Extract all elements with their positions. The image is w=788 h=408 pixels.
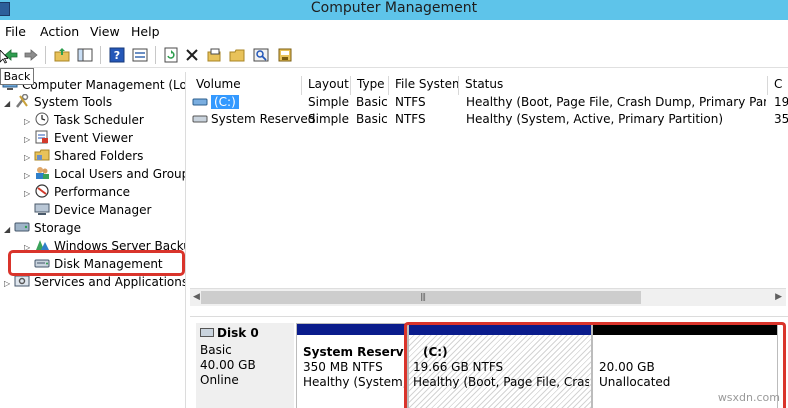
- volume-name: System Reserved: [211, 112, 316, 126]
- tree-item-performance[interactable]: ▷ Performance: [24, 183, 130, 201]
- menu-help[interactable]: Help: [131, 24, 160, 39]
- partition-detail: 350 MB NTFS: [303, 360, 383, 374]
- tree-label: System Tools: [34, 95, 113, 109]
- disk-state: Online: [200, 373, 239, 387]
- tree-label: Storage: [34, 221, 81, 235]
- export-icon[interactable]: [276, 46, 294, 64]
- volume-file-system: NTFS: [395, 95, 426, 109]
- menu-action[interactable]: Action: [40, 24, 79, 39]
- tree-item-system-tools[interactable]: ◢ System Tools: [4, 93, 112, 111]
- column-header-file-system[interactable]: File System: [389, 76, 459, 95]
- open-icon[interactable]: [205, 46, 223, 64]
- tree-label: Computer Management (Local: [22, 78, 186, 92]
- disk-management-highlight: [8, 250, 185, 276]
- folder-icon[interactable]: [228, 46, 246, 64]
- volume-list: Volume Layout Type File System Status C …: [190, 72, 788, 312]
- window-title: Computer Management: [310, 0, 478, 16]
- volume-type: Basic: [356, 95, 388, 109]
- tree-item-storage[interactable]: ◢ Storage: [4, 219, 81, 237]
- navigation-tree: Computer Management (Local ◢ System Tools…: [0, 72, 186, 408]
- tree-item-event-viewer[interactable]: ▷ Event Viewer: [24, 129, 133, 147]
- toolbar: ?: [0, 42, 788, 68]
- disk-type: Basic: [200, 343, 232, 357]
- refresh-icon[interactable]: [162, 46, 180, 64]
- partition-system-reserved[interactable]: System Reserved 350 MB NTFS Healthy (Sys…: [296, 323, 408, 408]
- column-header-type[interactable]: Type: [351, 76, 389, 95]
- up-folder-icon[interactable]: [53, 46, 71, 64]
- clock-icon: [34, 112, 50, 126]
- column-header-capacity[interactable]: C: [768, 76, 788, 95]
- tree-label: Local Users and Groups: [54, 167, 186, 181]
- toolbar-separator: [155, 46, 156, 64]
- column-header-status[interactable]: Status: [459, 76, 768, 95]
- collapsed-icon[interactable]: ▷: [24, 185, 34, 203]
- tree-item-task-scheduler[interactable]: ▷ Task Scheduler: [24, 111, 144, 129]
- volume-capacity: 35: [774, 112, 788, 126]
- volume-layout: Simple: [308, 112, 349, 126]
- volume-icon: [192, 112, 208, 123]
- tools-icon: [14, 93, 30, 108]
- volume-file-system: NTFS: [395, 112, 426, 126]
- search-icon[interactable]: [252, 46, 270, 64]
- tree-label: Performance: [54, 185, 131, 199]
- menu-file[interactable]: File: [5, 24, 26, 39]
- scroll-right-icon[interactable]: ▶: [775, 292, 782, 302]
- watermark: wsxdn.com: [717, 391, 780, 404]
- scroll-left-icon[interactable]: ◀: [193, 292, 200, 302]
- volume-capacity: 19: [774, 95, 788, 109]
- forward-arrow-icon[interactable]: [22, 46, 40, 64]
- table-row[interactable]: System Reserved: [192, 111, 315, 128]
- tree-label: Task Scheduler: [54, 113, 144, 127]
- disk-size: 40.00 GB: [200, 358, 256, 372]
- horizontal-scrollbar[interactable]: ◀ ||| ▶: [190, 288, 786, 306]
- volume-status: Healthy (System, Active, Primary Partiti…: [466, 112, 724, 126]
- menu-bar: File Action View Help: [0, 20, 788, 42]
- back-tooltip: Back: [0, 68, 34, 85]
- expanded-icon[interactable]: ◢: [4, 221, 14, 239]
- column-header-layout[interactable]: Layout: [302, 76, 351, 95]
- show-hide-tree-icon[interactable]: [76, 46, 94, 64]
- svg-text:?: ?: [114, 49, 120, 62]
- storage-icon: [14, 220, 30, 234]
- tree-label: Shared Folders: [54, 149, 144, 163]
- services-icon: [14, 274, 30, 288]
- mouse-cursor-icon: [0, 50, 8, 64]
- properties-icon[interactable]: [131, 46, 149, 64]
- performance-icon: [34, 184, 50, 198]
- tree-label: Event Viewer: [54, 131, 133, 145]
- title-bar: Computer Management: [0, 0, 788, 20]
- tree-item-shared-folders[interactable]: ▷ Shared Folders: [24, 147, 143, 165]
- users-icon: [34, 166, 50, 180]
- disk-label: Disk 0: [200, 326, 259, 341]
- column-header-volume[interactable]: Volume: [190, 76, 302, 95]
- tree-item-local-users[interactable]: ▷ Local Users and Groups: [24, 165, 186, 183]
- volume-name: (C:): [211, 95, 239, 109]
- volume-type: Basic: [356, 112, 388, 126]
- toolbar-separator: [100, 46, 101, 64]
- partition-name: System Reserved: [303, 345, 407, 359]
- tree-item-device-manager[interactable]: Device Manager: [34, 201, 151, 219]
- disk-icon: [200, 328, 214, 337]
- volume-icon: [192, 95, 208, 106]
- tree-label: Device Manager: [54, 203, 152, 217]
- tree-label: Services and Applications: [34, 275, 186, 289]
- delete-icon[interactable]: [183, 46, 201, 64]
- expanded-icon[interactable]: ◢: [4, 95, 14, 113]
- disk-info[interactable]: Disk 0 Basic 40.00 GB Online: [196, 323, 294, 408]
- volume-status: Healthy (Boot, Page File, Crash Dump, Pr…: [466, 95, 766, 109]
- collapsed-icon[interactable]: ▷: [4, 275, 14, 293]
- help-icon[interactable]: ?: [108, 46, 126, 64]
- volume-layout: Simple: [308, 95, 349, 109]
- primary-partition-bar: [297, 324, 407, 335]
- table-row[interactable]: (C:): [192, 94, 239, 111]
- event-viewer-icon: [34, 130, 50, 144]
- toolbar-separator: [45, 46, 46, 64]
- partition-status: Healthy (System, A: [303, 375, 407, 389]
- menu-view[interactable]: View: [90, 24, 120, 39]
- grip-icon: |||: [420, 292, 426, 301]
- shared-folder-icon: [34, 148, 50, 162]
- device-manager-icon: [34, 202, 50, 216]
